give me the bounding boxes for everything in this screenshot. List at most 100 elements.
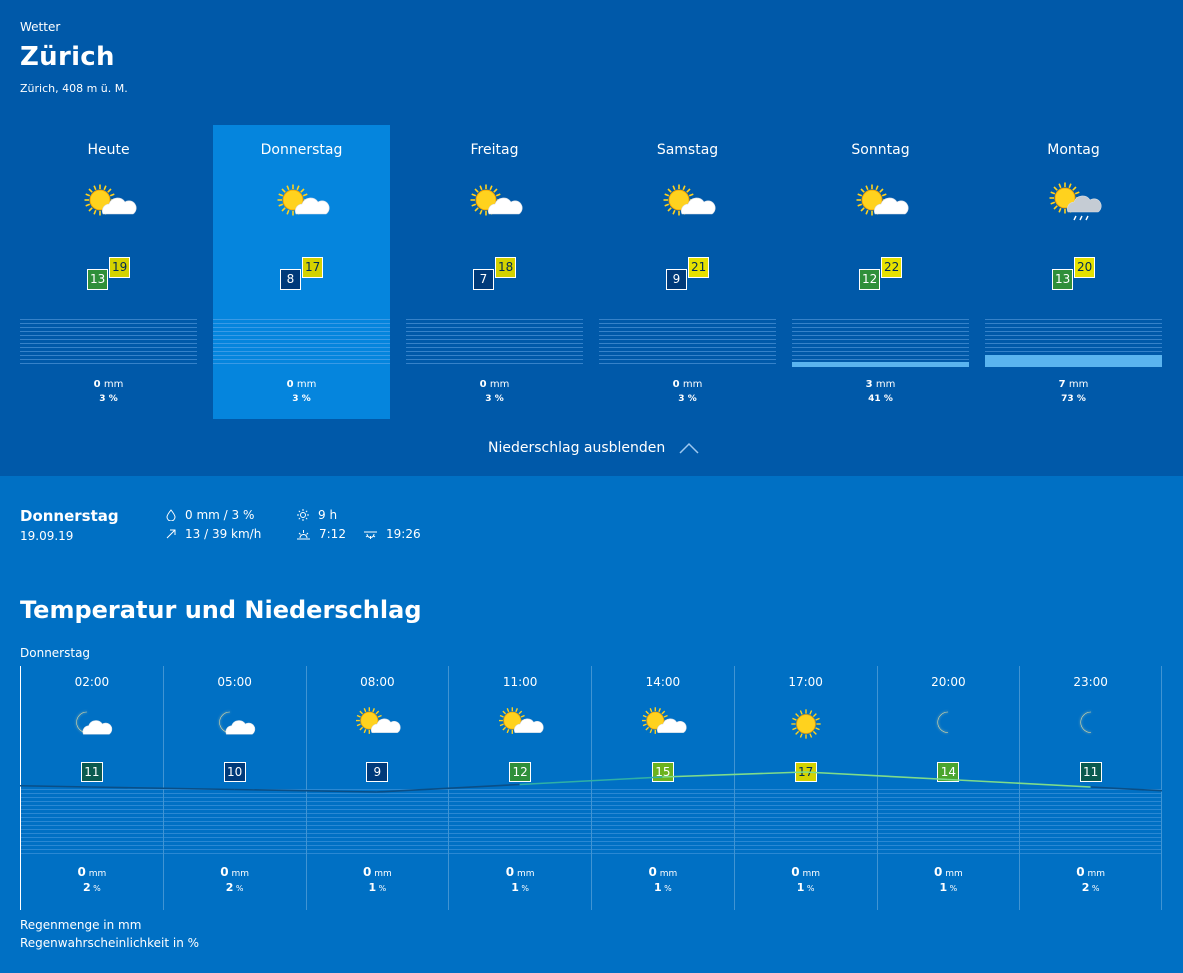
hour-rain-amount: 0 mm	[220, 865, 250, 879]
max-temp-badge: 22	[881, 257, 903, 278]
detail-sunset: 19:26	[364, 527, 421, 541]
hour-time: 23:00	[1073, 675, 1108, 689]
toggle-precipitation-button[interactable]: Niederschlag ausblenden	[488, 440, 699, 456]
toggle-label: Niederschlag ausblenden	[488, 440, 666, 456]
detail-date: 19.09.19	[20, 529, 74, 543]
hour-temp-badge: 11	[1079, 762, 1102, 782]
rain-amount: 0 mm	[479, 379, 510, 390]
max-temp-badge: 18	[495, 257, 517, 278]
rain-bar-fill	[985, 355, 1162, 367]
rain-bar	[792, 319, 969, 367]
day-card-samstag[interactable]: Samstag 21 9 0 mm 3 %	[599, 125, 776, 419]
rain-amount: 0 mm	[672, 379, 703, 390]
min-temp-badge: 13	[87, 269, 109, 290]
hour-rain-probability: 1 %	[939, 881, 958, 894]
hour-temp-badge: 17	[794, 762, 817, 782]
max-temp-badge: 19	[109, 257, 131, 278]
moon-icon	[1067, 703, 1115, 745]
sun-small-icon	[297, 509, 309, 521]
location-subtitle: Zürich, 408 m ü. M.	[20, 82, 128, 95]
hour-rain-probability: 2 %	[82, 881, 101, 894]
legend-rain-amount: Regenmenge in mm	[20, 918, 142, 932]
rain-bar	[20, 319, 197, 367]
hour-temp-badge: 14	[937, 762, 960, 782]
day-card-freitag[interactable]: Freitag 18 7 0 mm 3 %	[406, 125, 583, 419]
rain-amount: 0 mm	[286, 379, 317, 390]
hour-column: 05:00 10 0 mm 2 %	[162, 666, 306, 910]
hour-rain-amount: 0 mm	[1076, 865, 1106, 879]
day-name: Samstag	[656, 142, 719, 158]
hour-column: 11:00 12 0 mm 1 %	[448, 666, 591, 910]
hourly-day-label: Donnerstag	[20, 646, 91, 660]
day-card-donnerstag[interactable]: Donnerstag 17 8 0 mm 3 %	[213, 125, 390, 419]
min-temp-badge: 8	[280, 269, 301, 290]
hour-rain-bar	[877, 789, 1020, 855]
detail-rain: 0 mm / 3 %	[166, 508, 254, 522]
sun-cloud-icon	[496, 703, 544, 745]
day-card-montag[interactable]: Montag 20 13 7 mm 73 %	[985, 125, 1162, 419]
rain-bar	[599, 319, 776, 367]
breadcrumb[interactable]: Wetter	[20, 20, 60, 34]
hour-rain-probability: 1 %	[511, 881, 530, 894]
day-name: Sonntag	[851, 142, 910, 158]
rain-bar-fill	[792, 362, 969, 367]
hour-rain-bar	[592, 789, 734, 855]
day-card-heute[interactable]: Heute 19 13 0 mm 3 %	[20, 125, 197, 419]
detail-day: Donnerstag	[20, 507, 119, 525]
rain-bar	[406, 319, 583, 367]
sun-cloud-icon	[274, 180, 330, 228]
hour-time: 02:00	[74, 675, 110, 689]
min-temp-badge: 7	[473, 269, 494, 290]
hour-time: 11:00	[502, 675, 538, 689]
max-temp-badge: 21	[688, 257, 710, 278]
hour-temp-badge: 9	[366, 762, 389, 782]
sun-cloud-icon	[853, 180, 909, 228]
hour-rain-probability: 2 %	[225, 881, 244, 894]
hour-column: 20:00 14 0 mm 1 %	[876, 666, 1020, 910]
max-temp-badge: 20	[1074, 257, 1096, 278]
hour-rain-amount: 0 mm	[77, 865, 107, 879]
day-card-sonntag[interactable]: Sonntag 22 12 3 mm 41 %	[792, 125, 969, 419]
day-name: Heute	[87, 142, 130, 158]
chevron-up-icon	[679, 442, 699, 454]
hour-rain-amount: 0 mm	[505, 865, 535, 879]
detail-sunshine: 9 h	[297, 508, 337, 522]
rain-probability: 3 %	[292, 394, 311, 404]
hour-rain-bar	[449, 789, 591, 855]
hour-rain-probability: 1 %	[368, 881, 387, 894]
hour-rain-amount: 0 mm	[933, 865, 963, 879]
day-name: Freitag	[470, 142, 519, 158]
hour-rain-probability: 1 %	[796, 881, 815, 894]
hour-rain-bar	[734, 789, 877, 855]
moon-cloud-icon	[68, 703, 116, 745]
hour-temp-badge: 15	[651, 762, 674, 782]
min-temp-badge: 12	[859, 269, 881, 290]
rain-probability: 41 %	[868, 394, 893, 404]
section-title: Temperatur und Niederschlag	[20, 596, 422, 624]
sun-cloud-icon	[81, 180, 137, 228]
max-temp-badge: 17	[302, 257, 324, 278]
sun-cloud-icon	[467, 180, 523, 228]
hour-rain-probability: 1 %	[653, 881, 672, 894]
rain-amount: 0 mm	[93, 379, 124, 390]
day-name: Donnerstag	[260, 142, 343, 158]
hourly-forecast: 02:00 11 0 mm 2 % 05:00 10 0 mm 2 % 08:0…	[20, 666, 1162, 910]
sun-cloud-icon	[660, 180, 716, 228]
detail-sunrise: 7:12	[297, 527, 346, 541]
rain-probability: 3 %	[99, 394, 118, 404]
moon-icon	[924, 703, 972, 745]
hour-temp-badge: 11	[80, 762, 103, 782]
hour-column: 08:00 9 0 mm 1 %	[305, 666, 449, 910]
hour-time: 05:00	[217, 675, 252, 689]
hour-column: 23:00 11 0 mm 2 %	[1019, 666, 1162, 910]
sun-cloud-icon	[353, 703, 401, 745]
sunset-icon	[364, 531, 377, 539]
daily-forecast: Heute 19 13 0 mm 3 % Donnerstag 17 8 0 m…	[20, 125, 1162, 419]
min-temp-badge: 9	[666, 269, 687, 290]
legend-rain-probability: Regenwahrscheinlichkeit in %	[20, 936, 200, 950]
hour-time: 08:00	[360, 675, 395, 689]
hour-rain-probability: 2 %	[1081, 881, 1100, 894]
rain-probability: 3 %	[678, 394, 697, 404]
detail-wind: 13 / 39 km/h	[166, 527, 261, 541]
hour-time: 17:00	[788, 675, 823, 689]
